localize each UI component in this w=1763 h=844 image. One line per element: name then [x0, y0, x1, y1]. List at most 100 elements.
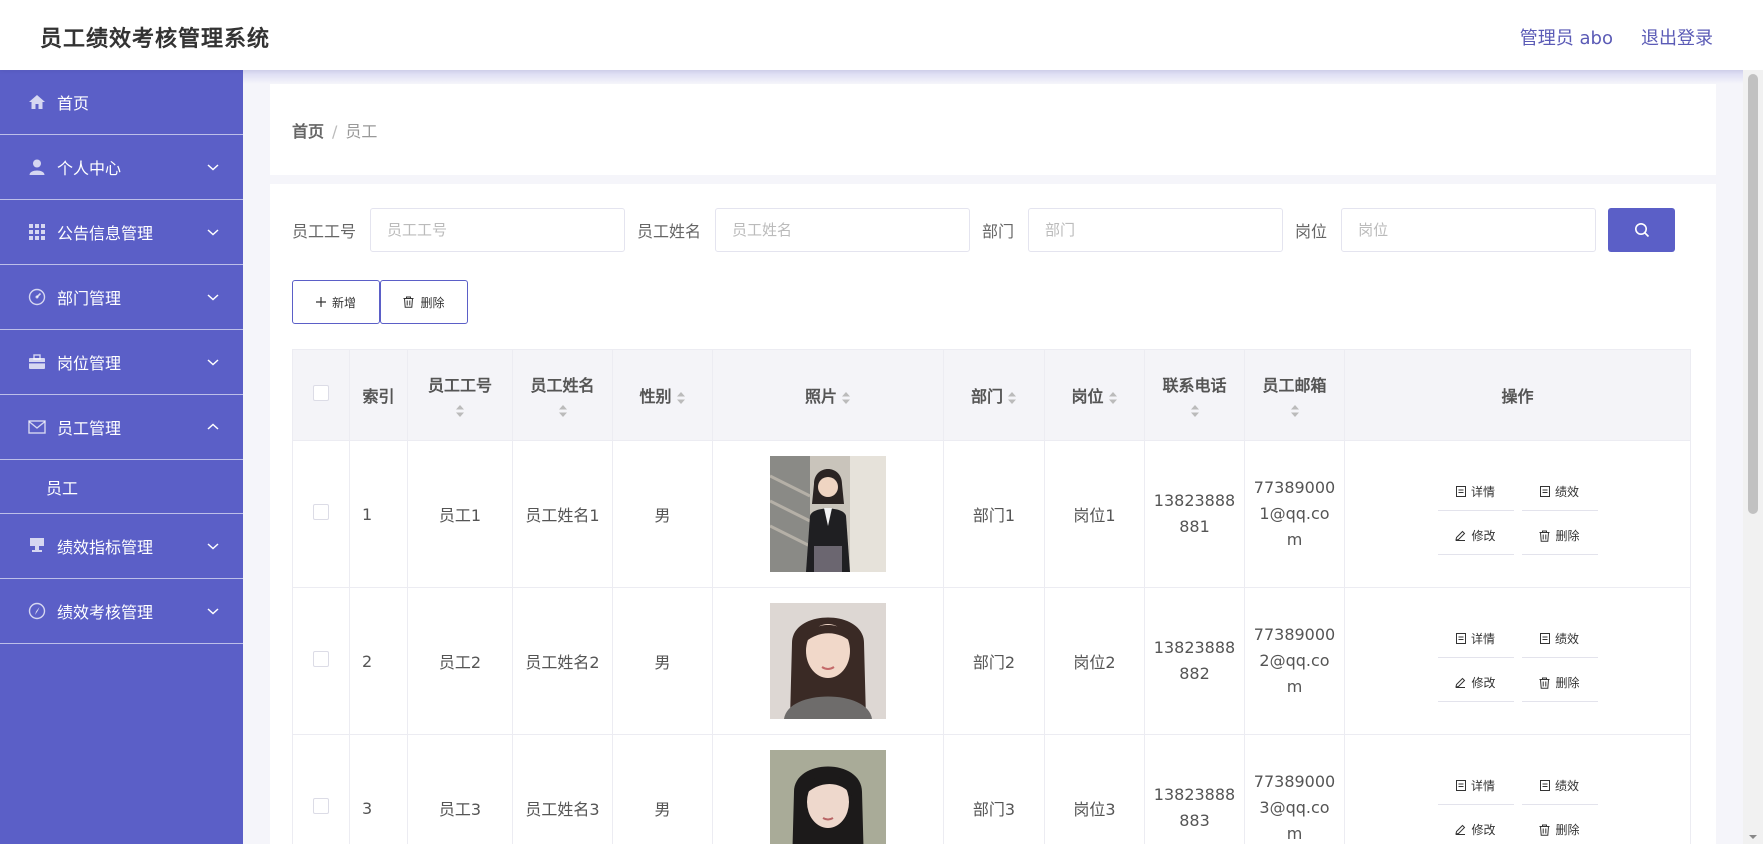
sidebar-item-notice[interactable]: 公告信息管理 — [0, 200, 243, 265]
sort-icon[interactable] — [676, 391, 686, 405]
col-gender[interactable]: 性别 — [612, 349, 713, 441]
scrollbar-thumb[interactable] — [1748, 74, 1758, 514]
logout-link[interactable]: 退出登录 — [1641, 24, 1713, 50]
detail-button[interactable]: 详情 — [1437, 473, 1514, 511]
col-emp-no[interactable]: 员工工号 — [407, 349, 513, 441]
row-index: 3 — [349, 734, 408, 844]
row-dept: 部门2 — [943, 587, 1045, 735]
edit-label: 修改 — [1471, 676, 1496, 690]
trash-icon — [403, 296, 414, 308]
admin-user-label[interactable]: 管理员 abo — [1520, 24, 1613, 50]
row-gender: 男 — [612, 587, 713, 735]
sidebar-item-label: 员工管理 — [57, 419, 122, 438]
edit-button[interactable]: 修改 — [1438, 811, 1514, 844]
emp-no-input[interactable] — [370, 208, 626, 252]
employee-photo[interactable] — [770, 750, 886, 844]
edit-button[interactable]: 修改 — [1437, 664, 1514, 702]
compass-icon — [27, 601, 47, 621]
employee-photo[interactable] — [770, 603, 886, 719]
performance-button[interactable]: 绩效 — [1521, 620, 1598, 658]
sidebar-item-label: 个人中心 — [57, 159, 122, 178]
sidebar-item-department[interactable]: 部门管理 — [0, 265, 243, 330]
row-emp-no: 员工1 — [407, 440, 513, 588]
table-header-row: 索引 员工工号 员工姓名 性别 照片 部门 岗位 联系电话 员工邮箱 操作 — [292, 349, 1691, 441]
row-delete-label: 删除 — [1555, 529, 1580, 543]
row-index: 1 — [349, 440, 408, 588]
email-part: m — [1286, 824, 1303, 843]
row-ops: 详情 绩效 修改 删除 — [1344, 734, 1691, 844]
row-checkbox[interactable] — [313, 651, 329, 667]
col-index: 索引 — [349, 349, 408, 441]
performance-button[interactable]: 绩效 — [1521, 767, 1598, 805]
header-shadow — [243, 70, 1743, 84]
col-label: 联系电话 — [1162, 376, 1227, 395]
row-checkbox[interactable] — [313, 798, 329, 814]
chevron-up-icon — [207, 423, 219, 430]
sidebar-subitem-employee[interactable]: 员工 — [0, 460, 243, 514]
sidebar-item-assessment[interactable]: 绩效考核管理 — [0, 579, 243, 644]
email-part: 77389000 — [1253, 478, 1336, 497]
dept-input[interactable] — [1028, 208, 1284, 252]
sidebar-item-kpi[interactable]: 绩效指标管理 — [0, 514, 243, 579]
sidebar-item-post[interactable]: 岗位管理 — [0, 330, 243, 395]
scroll-down-arrow-icon[interactable] — [1748, 832, 1758, 842]
sidebar-item-home[interactable]: 首页 — [0, 70, 243, 135]
email-part: 2@qq.co — [1259, 651, 1330, 670]
home-icon — [27, 92, 47, 112]
breadcrumb-separator: / — [332, 122, 338, 141]
trash-icon — [1539, 530, 1550, 542]
row-emp-name: 员工姓名2 — [512, 587, 613, 735]
vertical-scrollbar[interactable] — [1743, 70, 1763, 844]
app-title: 员工绩效考核管理系统 — [40, 27, 271, 52]
row-post: 岗位2 — [1044, 587, 1145, 735]
sort-icon[interactable] — [558, 404, 568, 418]
row-delete-button[interactable]: 删除 — [1521, 664, 1598, 702]
sort-icon[interactable] — [1190, 404, 1200, 418]
detail-button[interactable]: 详情 — [1437, 620, 1514, 658]
performance-button[interactable]: 绩效 — [1521, 473, 1598, 511]
delete-button[interactable]: 删除 — [380, 280, 468, 324]
employee-photo[interactable] — [770, 456, 886, 572]
col-emp-name[interactable]: 员工姓名 — [512, 349, 613, 441]
action-buttons: 新增 删除 — [292, 280, 468, 324]
sidebar-item-profile[interactable]: 个人中心 — [0, 135, 243, 200]
sort-icon[interactable] — [1007, 391, 1017, 405]
performance-label: 绩效 — [1554, 779, 1579, 793]
row-delete-button[interactable]: 删除 — [1521, 517, 1598, 555]
row-phone: 13823888 881 — [1144, 440, 1245, 588]
add-button[interactable]: 新增 — [292, 280, 380, 324]
edit-button[interactable]: 修改 — [1437, 517, 1514, 555]
header-actions: 管理员 abo 退出登录 — [1520, 24, 1713, 50]
col-phone[interactable]: 联系电话 — [1144, 349, 1245, 441]
emp-name-input[interactable] — [715, 208, 971, 252]
sort-icon[interactable] — [1290, 404, 1300, 418]
performance-label: 绩效 — [1554, 485, 1579, 499]
edit-label: 修改 — [1471, 529, 1496, 543]
chevron-down-icon — [207, 164, 219, 171]
email-part: 77389000 — [1253, 772, 1336, 791]
sidebar-item-label: 绩效指标管理 — [57, 538, 154, 557]
sort-icon[interactable] — [455, 404, 465, 418]
row-delete-label: 删除 — [1555, 676, 1580, 690]
edit-label: 修改 — [1471, 823, 1496, 837]
search-form: 员工工号 员工姓名 部门 岗位 — [292, 208, 1676, 252]
sidebar-item-employee[interactable]: 员工管理 — [0, 395, 243, 460]
top-header: 员工绩效考核管理系统 管理员 abo 退出登录 — [0, 0, 1763, 70]
row-emp-no: 员工2 — [407, 587, 513, 735]
select-all-checkbox[interactable] — [313, 385, 329, 401]
col-photo[interactable]: 照片 — [712, 349, 944, 441]
search-button[interactable] — [1608, 208, 1676, 252]
pencil-icon — [1455, 824, 1466, 835]
breadcrumb-home-link[interactable]: 首页 — [292, 122, 324, 141]
post-input[interactable] — [1341, 208, 1597, 252]
col-email[interactable]: 员工邮箱 — [1244, 349, 1345, 441]
col-post[interactable]: 岗位 — [1044, 349, 1145, 441]
sort-icon[interactable] — [1108, 391, 1118, 405]
row-delete-button[interactable]: 删除 — [1522, 811, 1598, 844]
sort-icon[interactable] — [841, 391, 851, 405]
row-checkbox[interactable] — [313, 504, 329, 520]
phone-part: 13823888 — [1153, 491, 1236, 510]
row-photo-cell — [712, 440, 944, 588]
col-dept[interactable]: 部门 — [943, 349, 1045, 441]
detail-button[interactable]: 详情 — [1437, 767, 1514, 805]
